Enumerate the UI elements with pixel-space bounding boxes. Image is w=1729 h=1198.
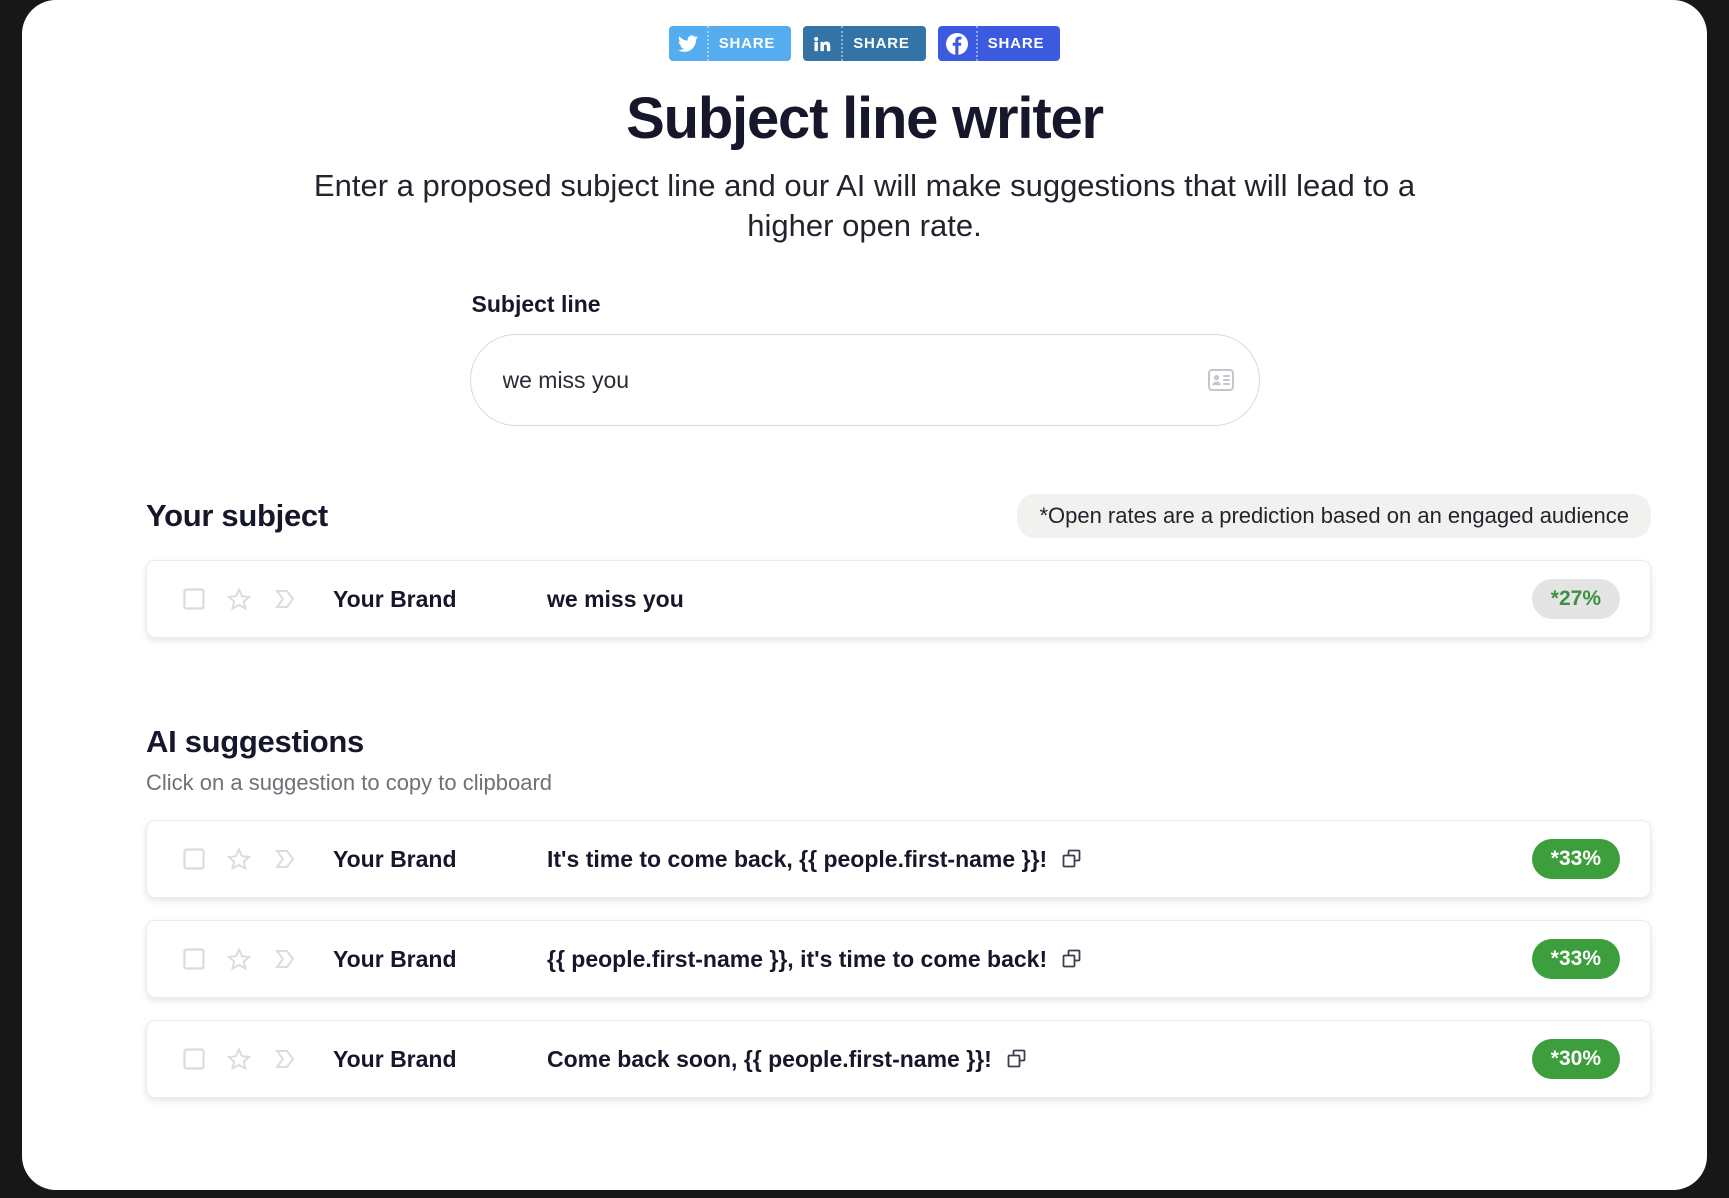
share-twitter-button[interactable]: SHARE <box>668 26 792 61</box>
ai-suggestions-header: AI suggestions <box>146 724 1707 760</box>
star-icon[interactable] <box>227 847 251 871</box>
your-subject-header: Your subject *Open rates are a predictio… <box>146 494 1651 539</box>
your-subject-title: Your subject <box>146 498 328 534</box>
ai-suggestions-title: AI suggestions <box>146 724 364 760</box>
row-subject-text: {{ people.first-name }}, it's time to co… <box>547 945 1048 972</box>
row-subject-text: Come back soon, {{ people.first-name }}! <box>547 1045 992 1072</box>
share-facebook-label: SHARE <box>987 35 1045 52</box>
facebook-icon <box>938 26 976 61</box>
open-rate-badge: *33% <box>1531 939 1620 980</box>
copy-icon[interactable] <box>1006 1048 1028 1070</box>
checkbox-icon[interactable] <box>183 848 205 870</box>
copy-icon[interactable] <box>1061 948 1083 970</box>
open-rate-disclaimer: *Open rates are a prediction based on an… <box>1017 494 1651 539</box>
copy-icon[interactable] <box>1061 848 1083 870</box>
subject-line-label: Subject line <box>471 291 601 318</box>
row-subject: It's time to come back, {{ people.first-… <box>547 846 1532 873</box>
subject-line-field-group: Subject line <box>469 291 1260 427</box>
checkbox-icon[interactable] <box>183 1048 205 1070</box>
table-row[interactable]: Your Brand It's time to come back, {{ pe… <box>146 820 1651 899</box>
table-row[interactable]: Your Brand Come back soon, {{ people.fir… <box>146 1020 1651 1099</box>
twitter-icon <box>669 26 707 61</box>
row-icon-group <box>183 847 297 871</box>
label-tag-icon[interactable] <box>273 1047 297 1071</box>
star-icon[interactable] <box>227 587 251 611</box>
contact-card-icon[interactable] <box>1207 366 1235 394</box>
row-brand: Your Brand <box>333 585 457 612</box>
checkbox-icon[interactable] <box>183 948 205 970</box>
open-rate-badge: *27% <box>1531 579 1620 620</box>
open-rate-badge: *30% <box>1531 1039 1620 1080</box>
open-rate-badge: *33% <box>1531 839 1620 880</box>
screen-background: SHARE SHARE SHARE Subject line writer En… <box>0 0 1729 1198</box>
your-subject-rows: Your Brand we miss you *27% <box>146 560 1651 639</box>
app-page: SHARE SHARE SHARE Subject line writer En… <box>22 0 1707 1190</box>
row-subject: we miss you <box>547 586 1532 613</box>
share-linkedin-label: SHARE <box>853 35 910 52</box>
linkedin-icon <box>803 26 841 61</box>
star-icon[interactable] <box>227 947 251 971</box>
share-twitter-label: SHARE <box>718 35 776 52</box>
table-row[interactable]: Your Brand we miss you *27% <box>146 560 1651 639</box>
row-brand: Your Brand <box>333 1045 457 1072</box>
checkbox-icon[interactable] <box>183 588 205 610</box>
share-linkedin-button[interactable]: SHARE <box>803 26 926 61</box>
subject-line-input[interactable] <box>470 366 1259 394</box>
label-tag-icon[interactable] <box>273 947 297 971</box>
ai-suggestion-rows: Your Brand It's time to come back, {{ pe… <box>146 820 1651 1099</box>
star-icon[interactable] <box>227 1047 251 1071</box>
row-subject-text: It's time to come back, {{ people.first-… <box>547 845 1048 872</box>
page-title: Subject line writer <box>626 86 1104 151</box>
row-brand: Your Brand <box>333 945 457 972</box>
page-subtitle: Enter a proposed subject line and our AI… <box>313 168 1416 243</box>
ai-suggestions-subtitle: Click on a suggestion to copy to clipboa… <box>146 770 553 796</box>
row-brand: Your Brand <box>333 845 457 872</box>
table-row[interactable]: Your Brand {{ people.first-name }}, it's… <box>146 920 1651 999</box>
row-subject-text: we miss you <box>547 585 684 612</box>
label-tag-icon[interactable] <box>273 587 297 611</box>
row-icon-group <box>183 947 297 971</box>
subject-line-input-container[interactable] <box>469 334 1260 427</box>
label-tag-icon[interactable] <box>273 847 297 871</box>
row-subject: {{ people.first-name }}, it's time to co… <box>547 946 1532 973</box>
row-subject: Come back soon, {{ people.first-name }}! <box>547 1046 1532 1073</box>
share-bar: SHARE SHARE SHARE <box>22 0 1707 61</box>
row-icon-group <box>183 587 297 611</box>
share-facebook-button[interactable]: SHARE <box>937 26 1061 61</box>
row-icon-group <box>183 1047 297 1071</box>
